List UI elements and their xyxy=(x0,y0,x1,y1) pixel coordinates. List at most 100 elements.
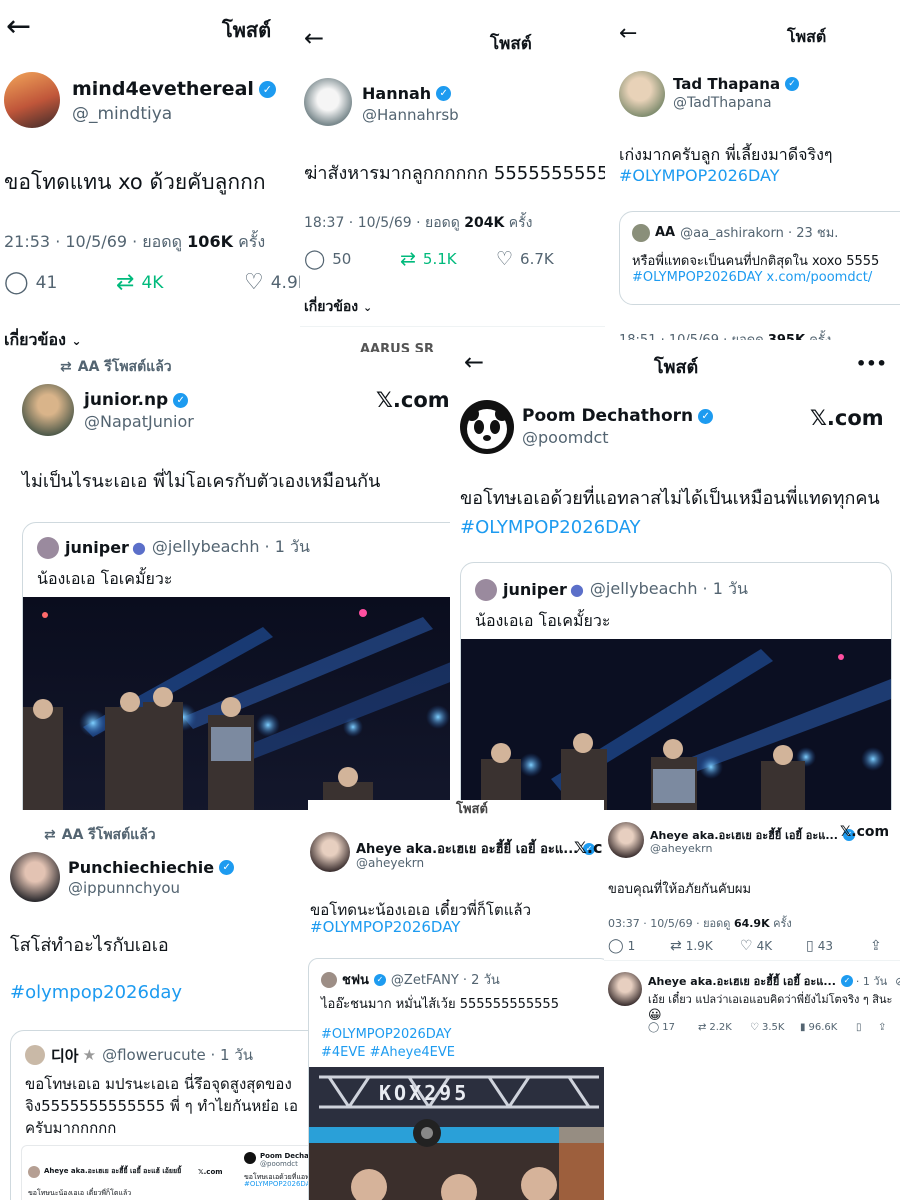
avatar xyxy=(632,223,650,242)
related-toggle[interactable]: เกี่ยวข้อง ⌄ xyxy=(4,328,82,353)
reply-button[interactable]: ◯ 41 xyxy=(4,270,116,295)
action-bar: ◯ 1 ⇄ 1.9K ♡ 4K ▯ 43 ⇪ xyxy=(608,938,882,954)
like-button[interactable]: ♡ 6.7K xyxy=(496,248,554,270)
x-brand-logo: 𝕏.c xyxy=(574,838,603,857)
more-options-icon[interactable]: ••• xyxy=(856,354,887,373)
hashtag-link[interactable]: #olympop2026day xyxy=(10,982,182,1003)
back-arrow-icon[interactable]: ← xyxy=(619,23,637,45)
back-arrow-icon[interactable]: ← xyxy=(304,26,324,50)
like-button[interactable]: ♡ 4K xyxy=(740,938,806,954)
quoted-post[interactable]: AA @aa_ashirakorn · 23 ชม. หรือพี่แทดจะเ… xyxy=(619,211,900,305)
quoted-post[interactable]: juniper ● @jellybeachh · 1 วัน น้องเอเอ … xyxy=(460,562,892,810)
avatar xyxy=(321,971,337,988)
bookmark-button[interactable]: ▯ 43 xyxy=(806,938,870,954)
stage-photo[interactable]: KOX295 xyxy=(309,1067,604,1200)
mini-author-handle: @poomdct xyxy=(260,1160,298,1168)
author-handle[interactable]: @Hannahrsb xyxy=(362,106,459,124)
quote-text: ขอโทษเอเอ มปรนะเอเอ นี่รึอจุดสูงสุดของจิ… xyxy=(25,1075,298,1137)
back-arrow-icon[interactable]: ← xyxy=(464,350,484,374)
grok-icon[interactable]: ⊘ xyxy=(895,975,900,988)
hashtag-link[interactable]: #OLYMPOP2026DAY xyxy=(632,270,762,285)
avatar[interactable] xyxy=(619,71,665,117)
header-title: โพสต์ xyxy=(490,34,532,54)
x-brand-logo: 𝕏.com xyxy=(840,824,890,840)
quoted-post[interactable]: ชฟน ✓ @ZetFANY · 2 วัน ไออ๊ะชนมาก หมั่นไ… xyxy=(308,958,604,1200)
quoted-post[interactable]: 디아 ★ @flowerucute · 1 วัน ขอโทษเอเอ มปรน… xyxy=(10,1030,308,1200)
author-name[interactable]: mind4evethereal xyxy=(72,78,254,100)
blueberry-emoji-icon: ● xyxy=(131,538,146,557)
avatar[interactable] xyxy=(304,78,352,126)
like-button[interactable]: ♡ 4.9K xyxy=(244,270,300,295)
hashtag-link[interactable]: #OLYMPOP2026DAY xyxy=(619,166,780,185)
hashtag-link[interactable]: #OLYMPOP2026DAY xyxy=(310,918,460,936)
blueberry-emoji-icon: ● xyxy=(569,580,584,599)
reply-age: · 1 วัน xyxy=(855,975,888,988)
divider xyxy=(604,960,900,961)
verified-badge-icon: ✓ xyxy=(219,860,235,875)
post-text: ฆ่าสังหารมากลูกกกกกก 55555555555 xyxy=(304,163,605,184)
author-handle[interactable]: @aheyekrn xyxy=(356,856,424,870)
hashtag-link[interactable]: #OLYMPOP2026DAY xyxy=(460,517,641,538)
author-name[interactable]: Poom Dechathorn xyxy=(522,406,693,426)
bookmark-button[interactable]: ▯ xyxy=(856,1022,878,1033)
post-panel-mind4evethereal: ← โพสต์ mind4evethereal ✓ @_mindtiya ขอโ… xyxy=(0,0,300,355)
reply-icon: ◯ xyxy=(304,248,326,270)
x-brand-logo: 𝕏.com xyxy=(198,1168,223,1176)
avatar[interactable] xyxy=(4,72,60,128)
author-name[interactable]: junior.np xyxy=(84,390,168,410)
quote-author-handle: @aa_ashirakorn · 23 ชม. xyxy=(680,226,839,241)
verified-badge-icon: ✓ xyxy=(785,77,800,91)
avatar[interactable] xyxy=(608,972,642,1006)
back-arrow-icon[interactable]: ← xyxy=(6,12,31,42)
repost-button[interactable]: ⇄ 5.1K xyxy=(400,248,496,270)
reply-text: เอ้ย เดี๋ยว แปลว่าเอเอแอบคิดว่าพี่ยังไม่… xyxy=(648,993,893,1006)
author-handle[interactable]: @_mindtiya xyxy=(72,104,172,124)
author-name[interactable]: Tad Thapana xyxy=(673,75,780,93)
heart-icon: ♡ xyxy=(244,270,264,295)
post-text: โสโส่ทำอะไรกับเอเอ xyxy=(10,935,169,956)
repost-icon: ⇄ xyxy=(670,938,682,954)
avatar[interactable] xyxy=(22,384,74,436)
avatar[interactable] xyxy=(10,852,60,902)
avatar[interactable] xyxy=(608,822,644,858)
author-handle[interactable]: @NapatJunior xyxy=(84,412,194,431)
quote-author-name: juniper xyxy=(503,580,567,599)
like-button[interactable]: ♡ 3.5K xyxy=(750,1022,800,1033)
header-title: โพสต์ xyxy=(222,18,272,42)
url-link[interactable]: x.com/poomdct/ xyxy=(767,270,873,285)
avatar xyxy=(37,536,59,559)
repost-button[interactable]: ⇄ 4K xyxy=(116,270,244,295)
author-name[interactable]: Hannah xyxy=(362,84,431,103)
post-text: ขอโทดแทน xo ด้วยคับลูกกก xyxy=(4,170,266,194)
reply-author-name[interactable]: Aheye aka.อะเฮเย อะฮี้ยี้ เอยี้ อะแ... xyxy=(648,972,836,990)
avatar[interactable] xyxy=(310,832,350,872)
share-button[interactable]: ⇪ xyxy=(870,938,882,954)
related-toggle[interactable]: เกี่ยวข้อง ⌄ xyxy=(304,296,372,318)
author-handle[interactable]: @ippunnchyou xyxy=(68,879,180,897)
post-panel-tad-thapana: ← โพสต์ Tad Thapana ✓ @TadThapana เก่งมา… xyxy=(605,15,900,350)
author-name[interactable]: Punchiechiechie xyxy=(68,858,214,877)
quote-author-handle: @jellybeachh · 1 วัน xyxy=(589,579,748,598)
reply-button[interactable]: ◯ 1 xyxy=(608,938,670,954)
quote-text: น้องเอเอ โอเคมั้ยวะ xyxy=(475,611,611,630)
share-icon: ⇪ xyxy=(878,1022,887,1033)
heart-icon: ♡ xyxy=(496,248,514,270)
repost-button[interactable]: ⇄ 1.9K xyxy=(670,938,740,954)
reply-icon: ◯ xyxy=(4,270,29,295)
verified-badge-icon: ✓ xyxy=(840,975,853,987)
quoted-post[interactable]: juniper ● @jellybeachh · 1 วัน น้องเอเอ … xyxy=(22,522,450,810)
reply-button[interactable]: ◯ 17 xyxy=(648,1022,698,1033)
concert-video[interactable] xyxy=(461,639,891,810)
reply-button[interactable]: ◯ 50 xyxy=(304,248,400,270)
author-handle[interactable]: @aheyekrn xyxy=(650,842,712,855)
author-handle[interactable]: @poomdct xyxy=(522,428,609,447)
repost-button[interactable]: ⇄ 2.2K xyxy=(698,1022,750,1033)
avatar[interactable] xyxy=(460,400,514,454)
concert-video[interactable] xyxy=(23,597,450,810)
views-button[interactable]: ▮ 96.6K xyxy=(800,1022,856,1033)
hashtag-link[interactable]: #4EVE #Aheye4EVE xyxy=(321,1045,455,1060)
author-handle[interactable]: @TadThapana xyxy=(673,95,772,111)
post-panel-junior: ⇄ AA รีโพสต์แล้ว junior.np ✓ @NapatJunio… xyxy=(0,352,450,810)
hashtag-link[interactable]: #OLYMPOP2026DAY xyxy=(321,1027,451,1042)
share-button[interactable]: ⇪ xyxy=(878,1022,886,1033)
